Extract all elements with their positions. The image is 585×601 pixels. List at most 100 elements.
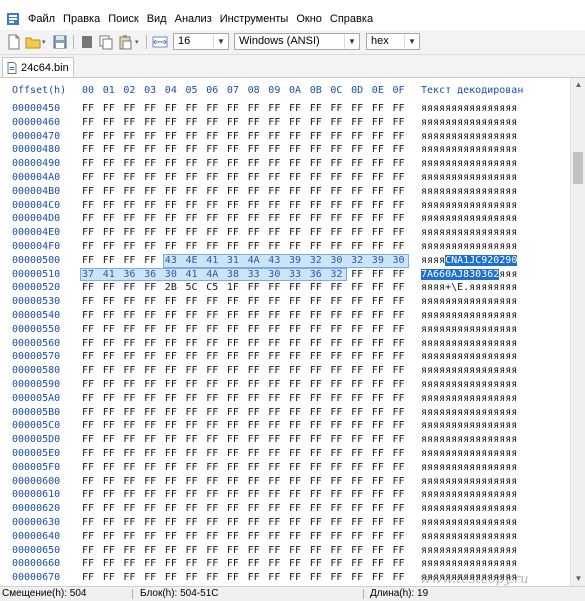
hex-byte[interactable]: FF bbox=[330, 557, 350, 571]
hex-byte[interactable]: FF bbox=[206, 571, 226, 585]
hex-byte[interactable]: FF bbox=[351, 157, 371, 171]
hex-byte[interactable]: FF bbox=[103, 447, 123, 461]
menu-edit[interactable]: Правка bbox=[59, 8, 104, 30]
hex-byte[interactable]: FF bbox=[227, 309, 247, 323]
hex-byte[interactable]: FF bbox=[330, 171, 350, 185]
hex-byte[interactable]: FF bbox=[227, 419, 247, 433]
hex-byte[interactable]: FF bbox=[165, 185, 185, 199]
hex-byte[interactable]: FF bbox=[330, 475, 350, 489]
hex-byte[interactable]: FF bbox=[206, 226, 226, 240]
hex-byte[interactable]: FF bbox=[351, 102, 371, 116]
hex-byte[interactable]: FF bbox=[248, 212, 268, 226]
hex-byte[interactable]: FF bbox=[82, 171, 102, 185]
hex-byte[interactable]: FF bbox=[123, 212, 143, 226]
hex-byte[interactable]: FF bbox=[289, 461, 309, 475]
hex-byte[interactable]: FF bbox=[310, 364, 330, 378]
hex-byte[interactable]: 36 bbox=[123, 268, 143, 282]
hex-byte[interactable]: FF bbox=[310, 143, 330, 157]
hex-byte[interactable]: FF bbox=[351, 350, 371, 364]
row-decoded-text[interactable]: яяяяяяяяяяяяяяяя bbox=[421, 337, 517, 351]
hex-row[interactable]: 00000610 FF FF FF FF FF FF FF FF FF FF FF FF FF FF FF FF… bbox=[0, 488, 570, 502]
hex-byte[interactable]: FF bbox=[330, 212, 350, 226]
hex-byte[interactable]: FF bbox=[186, 364, 206, 378]
hex-byte[interactable]: FF bbox=[123, 116, 143, 130]
hex-byte[interactable]: FF bbox=[165, 337, 185, 351]
hex-byte[interactable]: FF bbox=[393, 157, 413, 171]
hex-byte[interactable]: FF bbox=[227, 447, 247, 461]
hex-byte[interactable]: FF bbox=[310, 323, 330, 337]
hex-byte[interactable]: FF bbox=[330, 323, 350, 337]
hex-byte[interactable]: FF bbox=[330, 406, 350, 420]
hex-byte[interactable]: FF bbox=[248, 447, 268, 461]
hex-byte[interactable]: FF bbox=[289, 143, 309, 157]
hex-byte[interactable]: FF bbox=[351, 461, 371, 475]
hex-byte[interactable]: FF bbox=[289, 212, 309, 226]
hex-byte[interactable]: FF bbox=[372, 364, 392, 378]
hex-byte[interactable]: FF bbox=[227, 212, 247, 226]
hex-byte[interactable]: FF bbox=[165, 323, 185, 337]
hex-byte[interactable]: FF bbox=[144, 102, 164, 116]
hex-byte[interactable]: FF bbox=[289, 502, 309, 516]
row-decoded-text[interactable]: яяяяяяяяяяяяяяяя bbox=[421, 130, 517, 144]
hex-byte[interactable]: FF bbox=[268, 488, 288, 502]
hex-byte[interactable]: FF bbox=[372, 378, 392, 392]
hex-byte[interactable]: FF bbox=[330, 378, 350, 392]
hex-byte[interactable]: FF bbox=[165, 364, 185, 378]
hex-byte[interactable]: FF bbox=[144, 281, 164, 295]
hex-byte[interactable]: FF bbox=[268, 544, 288, 558]
hex-byte[interactable]: 30 bbox=[268, 268, 288, 282]
hex-byte[interactable]: FF bbox=[393, 185, 413, 199]
hex-byte[interactable]: FF bbox=[268, 130, 288, 144]
hex-byte[interactable]: FF bbox=[351, 557, 371, 571]
hex-byte[interactable]: FF bbox=[82, 544, 102, 558]
hex-byte[interactable]: FF bbox=[103, 571, 123, 585]
hex-byte[interactable]: 4E bbox=[186, 254, 206, 268]
hex-byte[interactable]: FF bbox=[103, 419, 123, 433]
hex-byte[interactable]: FF bbox=[165, 350, 185, 364]
hex-byte[interactable]: FF bbox=[268, 323, 288, 337]
row-decoded-text[interactable]: яяяяяяяяяяяяяяяя bbox=[421, 171, 517, 185]
hex-byte[interactable]: FF bbox=[268, 461, 288, 475]
row-decoded-text[interactable]: яяяяяяяяяяяяяяяя bbox=[421, 226, 517, 240]
hex-byte[interactable]: FF bbox=[227, 116, 247, 130]
hex-byte[interactable]: FF bbox=[82, 461, 102, 475]
hex-byte[interactable]: FF bbox=[206, 212, 226, 226]
hex-byte[interactable]: FF bbox=[82, 240, 102, 254]
hex-byte[interactable]: FF bbox=[186, 171, 206, 185]
hex-byte[interactable]: FF bbox=[144, 516, 164, 530]
hex-byte[interactable]: FF bbox=[330, 102, 350, 116]
hex-byte[interactable]: FF bbox=[310, 488, 330, 502]
hex-byte[interactable]: FF bbox=[103, 309, 123, 323]
hex-byte[interactable]: FF bbox=[82, 102, 102, 116]
hex-byte[interactable]: FF bbox=[248, 157, 268, 171]
hex-byte[interactable]: FF bbox=[123, 295, 143, 309]
hex-byte[interactable]: FF bbox=[186, 433, 206, 447]
hex-byte[interactable]: FF bbox=[248, 433, 268, 447]
hex-byte[interactable]: FF bbox=[393, 488, 413, 502]
hex-row[interactable]: 00000660 FF FF FF FF FF FF FF FF FF FF FF FF FF FF FF FF… bbox=[0, 557, 570, 571]
hex-byte[interactable]: FF bbox=[144, 254, 164, 268]
hex-byte[interactable]: FF bbox=[82, 557, 102, 571]
menu-help[interactable]: Справка bbox=[326, 8, 377, 30]
hex-byte[interactable]: FF bbox=[289, 116, 309, 130]
hex-byte[interactable]: FF bbox=[310, 199, 330, 213]
row-decoded-text[interactable]: яяяяяяяяяяяяяяяя bbox=[421, 323, 517, 337]
hex-byte[interactable]: FF bbox=[103, 240, 123, 254]
hex-byte[interactable]: FF bbox=[372, 461, 392, 475]
menu-window[interactable]: Окно bbox=[292, 8, 326, 30]
hex-byte[interactable]: FF bbox=[393, 323, 413, 337]
hex-byte[interactable]: FF bbox=[330, 199, 350, 213]
hex-byte[interactable]: FF bbox=[268, 419, 288, 433]
hex-byte[interactable]: FF bbox=[248, 475, 268, 489]
hex-byte[interactable]: FF bbox=[372, 226, 392, 240]
hex-byte[interactable]: FF bbox=[310, 475, 330, 489]
hex-byte[interactable]: FF bbox=[165, 226, 185, 240]
hex-byte[interactable]: FF bbox=[144, 461, 164, 475]
hex-byte[interactable]: 37 bbox=[82, 268, 102, 282]
hex-byte[interactable]: FF bbox=[123, 488, 143, 502]
hex-byte[interactable]: FF bbox=[82, 337, 102, 351]
hex-byte[interactable]: FF bbox=[206, 350, 226, 364]
hex-byte[interactable]: FF bbox=[206, 295, 226, 309]
hex-byte[interactable]: FF bbox=[82, 116, 102, 130]
copy-icon[interactable] bbox=[98, 34, 114, 50]
